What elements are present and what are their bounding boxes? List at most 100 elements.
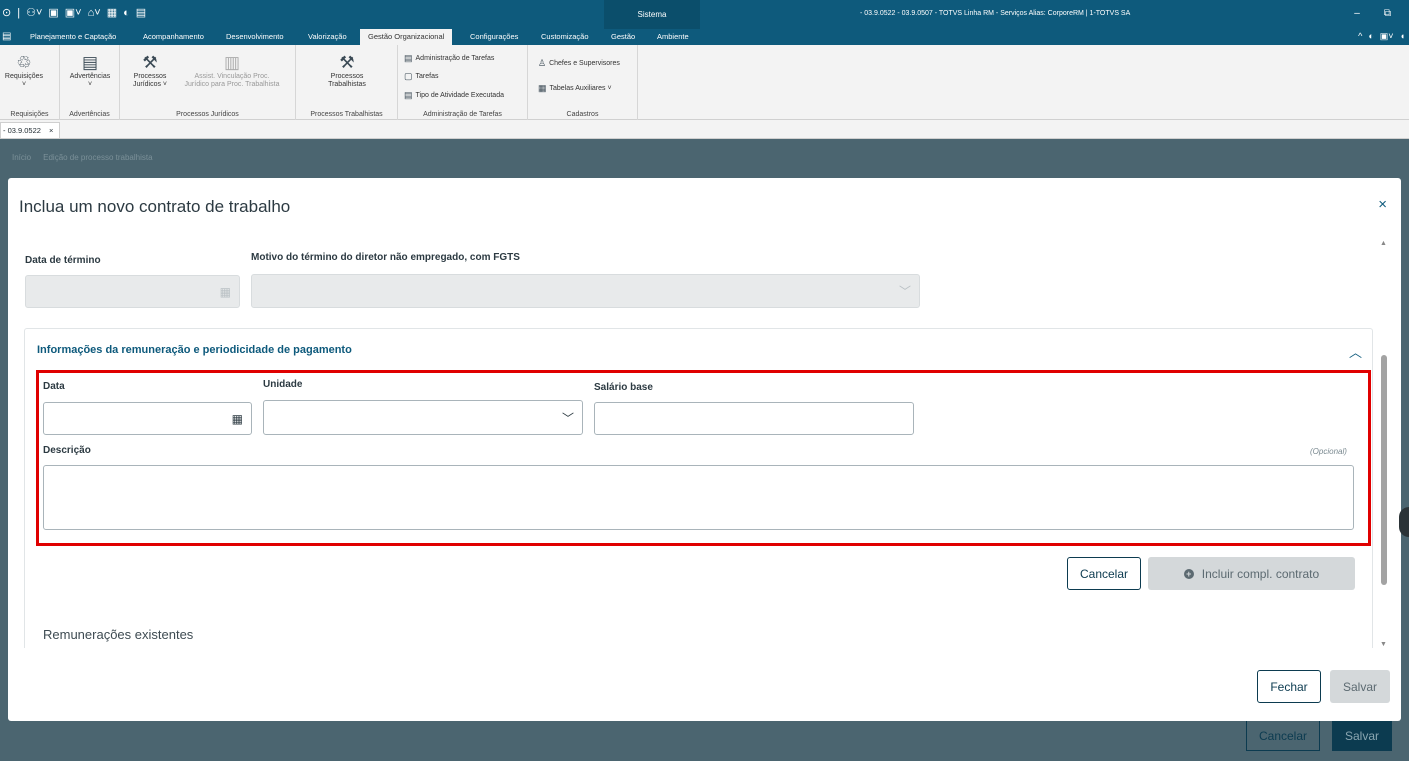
advertencias-button[interactable]: ▤ Advertências ˅ — [64, 53, 116, 89]
data-label: Data — [43, 381, 65, 392]
optional-label: (Opcional) — [1310, 447, 1347, 456]
system-label: Sistema — [604, 0, 700, 29]
cancel-remuneracao-button[interactable]: Cancelar — [1067, 557, 1141, 590]
page-save-button[interactable]: Salvar — [1332, 720, 1392, 751]
window-controls: – ⧉ — [1354, 8, 1391, 19]
data-input[interactable]: ▦ — [43, 402, 252, 435]
motivo-termino-select[interactable]: ﹀ — [251, 274, 920, 308]
menu-desenvolvimento[interactable]: Desenvolvimento — [226, 29, 284, 45]
clipboard-link-icon: ▥ — [223, 53, 241, 72]
calendar-icon: ▦ — [219, 284, 231, 299]
group-label: Advertências — [69, 111, 110, 118]
ribbon-group-cadastros: ♙ Chefes e Supervisores ▦ Tabelas Auxili… — [528, 45, 638, 120]
document-tab[interactable]: - 03.9.0522 × — [0, 122, 61, 138]
close-button[interactable]: Fechar — [1257, 670, 1321, 703]
menu-gestao[interactable]: Gestão — [611, 29, 635, 45]
window-icon[interactable]: ▣˅ — [65, 6, 82, 19]
scroll-down-icon[interactable]: ▼ — [1380, 641, 1387, 648]
layout-icon[interactable]: ▣˅ — [1380, 31, 1394, 42]
window-title: - 03.9.0522 - 03.9.0507 - TOTVS Linha RM… — [860, 10, 1131, 17]
unidade-label: Unidade — [263, 379, 303, 390]
ribbon-group-processos-trabalhistas: ⚒ Processos Trabalhistas Processos Traba… — [296, 45, 398, 120]
refresh-icon[interactable]: ◐ — [123, 7, 130, 19]
restore-icon[interactable]: ⧉ — [1384, 8, 1391, 19]
descricao-textarea[interactable] — [43, 465, 1354, 530]
data-termino-label: Data de término — [25, 255, 101, 266]
incluir-compl-contrato-button[interactable]: + Incluir compl. contrato — [1148, 557, 1355, 590]
scroll-up-icon[interactable]: ▲ — [1380, 240, 1387, 247]
document-tab-strip: - 03.9.0522 × — [0, 120, 1409, 139]
group-label: Administração de Tarefas — [423, 111, 502, 118]
quick-access-toolbar: ⊙ | ⚇˅ ▣ ▣˅ ⌂˅ ▦ ◐ ▤ — [2, 6, 146, 20]
plus-circle-icon: + — [1183, 568, 1194, 579]
separator: | — [17, 6, 21, 19]
save-button[interactable]: Salvar — [1330, 670, 1390, 703]
requisicoes-button[interactable]: ♲ Requisições ˅ — [2, 53, 46, 89]
collapse-ribbon-icon[interactable]: ^ — [1358, 31, 1362, 42]
gavel-icon: ⚒ — [142, 53, 158, 72]
side-panel-handle[interactable] — [1399, 507, 1409, 537]
tabelas-auxiliares-button[interactable]: ▦ Tabelas Auxiliares ˅ — [538, 83, 612, 94]
ribbon-group-requisicoes: ♲ Requisições ˅ Requisições — [0, 45, 60, 120]
processos-trabalhistas-button[interactable]: ⚒ Processos Trabalhistas — [316, 53, 378, 89]
group-label: Processos Trabalhistas — [310, 111, 383, 118]
document-alert-icon: ▤ — [81, 53, 99, 72]
ribbon-group-administracao: ▤ Administração de Tarefas ▢ Tarefas ▤ T… — [398, 45, 528, 120]
chevron-up-icon[interactable]: ︿ — [1349, 342, 1362, 361]
salario-base-label: Salário base — [594, 382, 653, 393]
processos-juridicos-button[interactable]: ⚒ Processos Jurídicos ˅ — [130, 53, 170, 89]
calendar-icon[interactable]: ▣ — [48, 6, 58, 19]
menu-valorizacao[interactable]: Valorização — [308, 29, 347, 45]
menu-bar: ▤ Planejamento e Captação Acompanhamento… — [0, 29, 1409, 45]
ribbon: ♲ Requisições ˅ Requisições ▤ Advertência… — [0, 45, 1409, 120]
app-menu-icon[interactable]: ▤ — [2, 31, 12, 43]
menu-right-controls: ^ ◐ ▣˅ ◖ — [1358, 31, 1405, 42]
group-label: Cadastros — [566, 111, 599, 118]
table-icon: ▦ — [538, 83, 547, 93]
page-cancel-button[interactable]: Cancelar — [1246, 720, 1320, 751]
remuneracoes-existentes-title: Remunerações existentes — [43, 627, 194, 642]
modal-close-icon[interactable]: × — [1378, 196, 1387, 213]
document-icon[interactable]: ▤ — [136, 6, 146, 19]
menu-acompanhamento[interactable]: Acompanhamento — [143, 29, 204, 45]
menu-gestao-organizacional[interactable]: Gestão Organizacional — [360, 29, 453, 45]
assist-vinculacao-button[interactable]: ▥ Assist. Vinculação Proc. Jurídico para… — [176, 53, 288, 89]
contract-modal: Inclua um novo contrato de trabalho × Da… — [8, 178, 1401, 721]
salario-base-input[interactable] — [594, 402, 914, 435]
group-label: Processos Jurídicos — [176, 111, 239, 118]
chevron-down-icon: ﹀ — [561, 411, 574, 425]
modal-scrollbar[interactable]: ▲ ▼ — [1378, 240, 1390, 648]
gavel-icon: ⚒ — [339, 53, 355, 72]
tarefas-button[interactable]: ▢ Tarefas — [404, 71, 438, 82]
options-icon[interactable]: ◖ — [1400, 31, 1405, 42]
tipo-atividade-button[interactable]: ▤ Tipo de Atividade Executada — [404, 90, 504, 101]
person-tie-icon: ♙ — [538, 58, 547, 68]
task-icon: ▢ — [404, 71, 413, 81]
minimize-icon[interactable]: – — [1354, 8, 1360, 19]
administracao-tarefas-button[interactable]: ▤ Administração de Tarefas — [404, 53, 494, 64]
calendar-icon[interactable]: ▦ — [232, 412, 243, 426]
chevron-down-icon: ﹀ — [898, 284, 911, 299]
help-icon[interactable]: ◐ — [1368, 31, 1373, 42]
app-logo-icon[interactable]: ⊙ — [2, 6, 11, 19]
data-termino-input[interactable]: ▦ — [25, 275, 240, 308]
menu-ambiente[interactable]: Ambiente — [657, 29, 689, 45]
activity-type-icon: ▤ — [404, 90, 413, 100]
tab-close-icon[interactable]: × — [49, 126, 53, 135]
menu-customizacao[interactable]: Customização — [541, 29, 589, 45]
remuneracao-card: Informações da remuneração e periodicida… — [24, 328, 1373, 648]
users-icon[interactable]: ⚇˅ — [26, 6, 42, 19]
ribbon-group-processos-juridicos: ⚒ Processos Jurídicos ˅ ▥ Assist. Vincul… — [120, 45, 296, 120]
scrollbar-thumb[interactable] — [1381, 355, 1387, 585]
breadcrumb: Início Edição de processo trabalhista — [12, 153, 153, 162]
menu-configuracoes[interactable]: Configurações — [470, 29, 518, 45]
breadcrumb-home[interactable]: Início — [12, 153, 31, 162]
unidade-select[interactable]: ﹀ — [263, 400, 583, 435]
task-admin-icon: ▤ — [404, 53, 413, 63]
grid-icon[interactable]: ▦ — [107, 6, 117, 19]
chefes-supervisores-button[interactable]: ♙ Chefes e Supervisores — [538, 58, 620, 69]
menu-planejamento[interactable]: Planejamento e Captação — [30, 29, 116, 45]
title-bar: ⊙ | ⚇˅ ▣ ▣˅ ⌂˅ ▦ ◐ ▤ Sistema - 03.9.0522… — [0, 0, 1409, 29]
home-icon[interactable]: ⌂˅ — [88, 7, 101, 19]
motivo-termino-label: Motivo do término do diretor não emprega… — [251, 252, 520, 263]
